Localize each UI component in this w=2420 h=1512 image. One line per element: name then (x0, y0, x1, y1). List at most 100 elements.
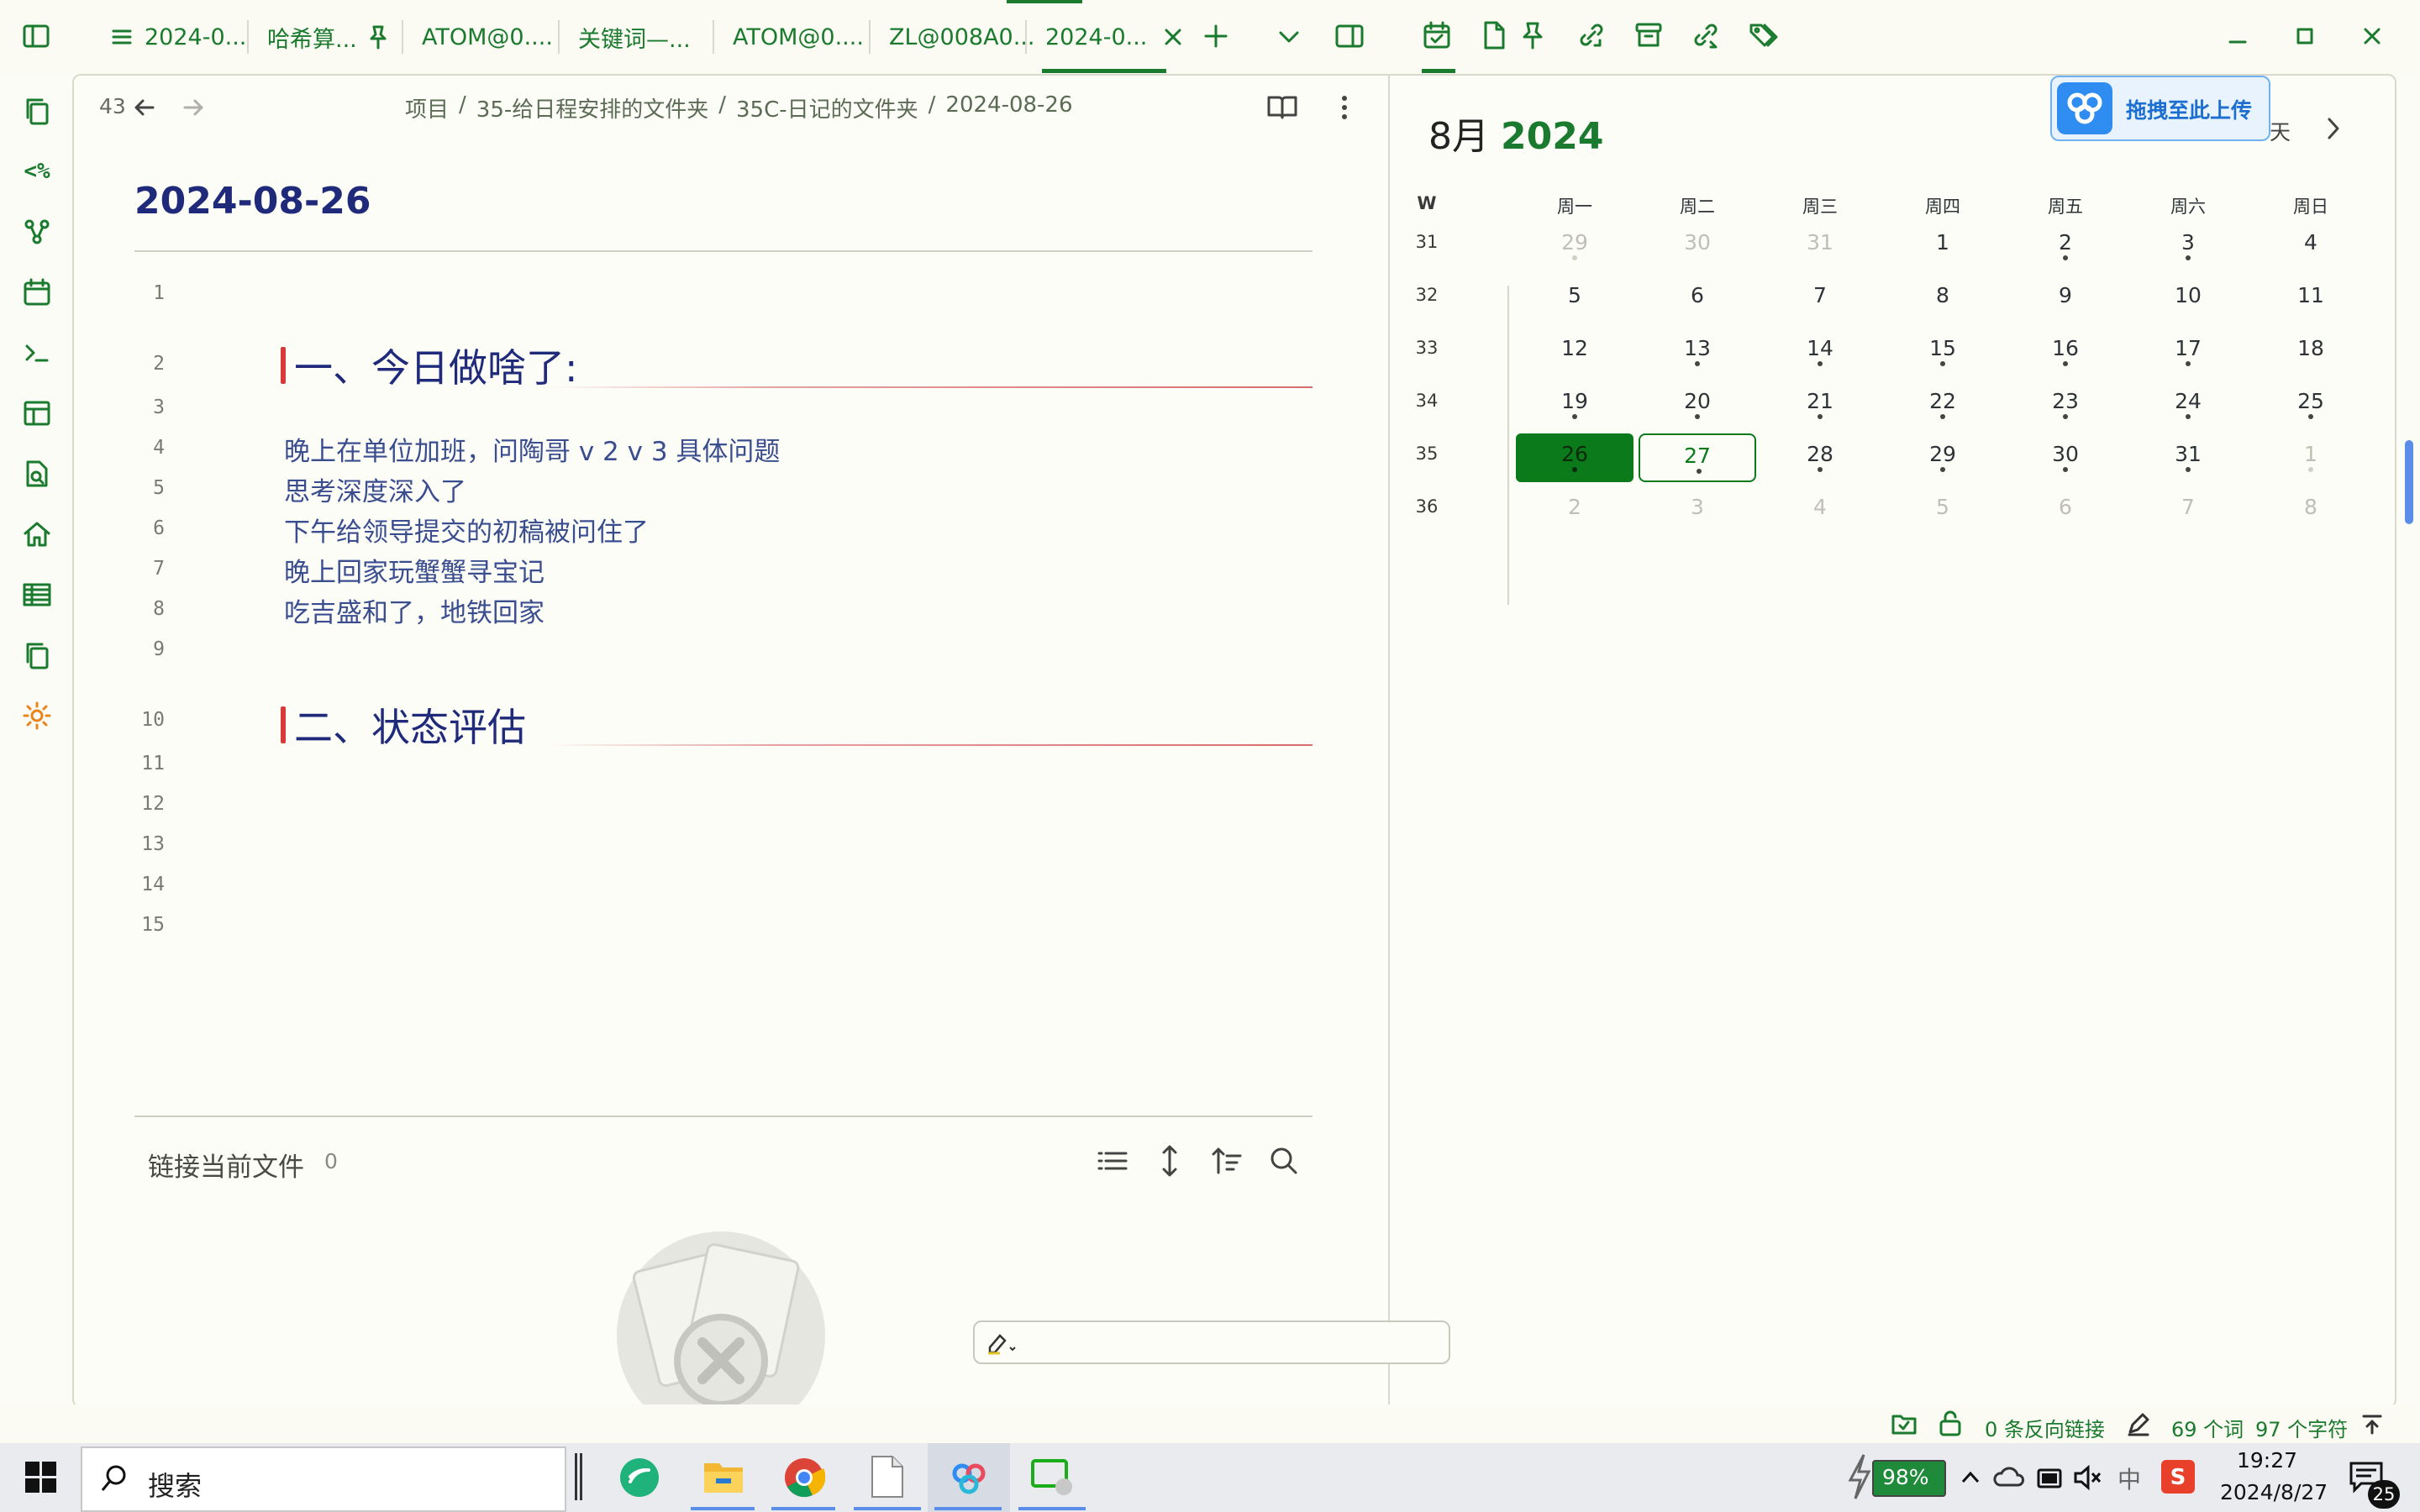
ime-indicator[interactable]: 中 (2118, 1462, 2141, 1495)
text-line[interactable]: 思考深度深入了 (284, 470, 466, 508)
week-number[interactable]: 33 (1402, 338, 1452, 358)
close-icon[interactable] (1162, 26, 1184, 48)
battery-tray-icon[interactable] (2033, 1463, 2065, 1492)
calendar-day[interactable]: 16 (2007, 328, 2124, 376)
scrollbar-thumb[interactable] (2405, 440, 2413, 524)
back-arrow-icon[interactable] (129, 92, 160, 123)
tags-icon[interactable] (1748, 20, 1780, 50)
calendar-check-icon[interactable] (1422, 20, 1452, 50)
calendar-day[interactable]: 28 (1761, 433, 1879, 482)
calendar-day[interactable]: 6 (1639, 275, 1756, 323)
copy-files-icon[interactable] (18, 92, 55, 129)
window-close-icon[interactable] (2360, 24, 2385, 49)
search-icon[interactable] (1267, 1144, 1301, 1178)
calendar-day[interactable]: 1 (2252, 433, 2370, 482)
calendar-day[interactable]: 12 (1516, 328, 1634, 376)
calendar-day[interactable]: 22 (1884, 381, 2002, 429)
breadcrumb-schedule-folder[interactable]: 35-给日程安排的文件夹 (476, 92, 708, 123)
text-line[interactable]: 下午给领导提交的初稿被问住了 (284, 511, 649, 549)
duplicate-icon[interactable] (18, 637, 55, 674)
link-out-icon[interactable] (1691, 20, 1721, 50)
calendar-day[interactable]: 8 (1884, 275, 2002, 323)
tab-hash-algorithm[interactable]: 哈希算... (267, 10, 389, 64)
heading-today[interactable]: 一、今日做啥了: (281, 338, 578, 393)
text-line[interactable]: 晚上回家玩蟹蟹寻宝记 (284, 551, 544, 589)
next-month-icon[interactable] (2321, 114, 2346, 143)
archive-icon[interactable] (1634, 20, 1664, 50)
templater-icon[interactable]: <% (18, 153, 55, 190)
theme-sun-icon[interactable] (18, 697, 55, 734)
calendar-day-today[interactable]: 27 (1639, 433, 1756, 482)
chrome-icon[interactable] (783, 1457, 825, 1499)
calendar-day[interactable]: 23 (2007, 381, 2124, 429)
edit-pen-icon[interactable] (2126, 1411, 2151, 1436)
tab-zl[interactable]: ZL@008A0... (889, 10, 1034, 64)
calendar-day[interactable]: 29 (1884, 433, 2002, 482)
calendar-day[interactable]: 5 (1516, 275, 1634, 323)
maximize-icon[interactable] (2292, 24, 2317, 49)
calendar-day[interactable]: 5 (1884, 486, 2002, 535)
calendar-day[interactable]: 7 (1761, 275, 1879, 323)
list-view-icon[interactable] (1096, 1144, 1129, 1178)
sort-icon[interactable] (1210, 1144, 1244, 1178)
calendar-day[interactable]: 19 (1516, 381, 1634, 429)
breadcrumb-diary-folder[interactable]: 35C-日记的文件夹 (736, 92, 918, 123)
calendar-day[interactable]: 18 (2252, 328, 2370, 376)
week-number[interactable]: 36 (1402, 496, 1452, 517)
calendar-day[interactable]: 25 (2252, 381, 2370, 429)
minimize-icon[interactable] (2225, 24, 2250, 49)
clock-time[interactable]: 19:27 (2237, 1448, 2297, 1473)
onedrive-icon[interactable] (1993, 1463, 2025, 1492)
layout-icon[interactable] (18, 395, 55, 432)
week-number[interactable]: 35 (1402, 444, 1452, 464)
volume-muted-icon[interactable] (2072, 1463, 2104, 1492)
calendar-day[interactable]: 17 (2129, 328, 2247, 376)
calendar-day[interactable]: 14 (1761, 328, 1879, 376)
tab-atom-1[interactable]: ATOM@0.... (422, 10, 553, 64)
calendar-day[interactable]: 30 (1639, 222, 1756, 270)
app-feishu-icon[interactable] (620, 1458, 659, 1497)
link-in-icon[interactable] (1576, 20, 1607, 50)
calendar-day[interactable]: 6 (2007, 486, 2124, 535)
terminal-icon[interactable] (18, 334, 55, 371)
baidu-netdisk-icon[interactable] (948, 1457, 990, 1499)
pin-icon[interactable] (1519, 20, 1546, 50)
calendar-day[interactable]: 7 (2129, 486, 2247, 535)
week-number[interactable]: 34 (1402, 391, 1452, 411)
floating-input[interactable] (973, 1320, 1450, 1364)
calendar-day[interactable]: 1 (1884, 222, 2002, 270)
calendar-day[interactable]: 29 (1516, 222, 1634, 270)
file-icon[interactable] (1481, 20, 1507, 50)
tab-keyword[interactable]: 关键词—... (578, 10, 691, 64)
folder-sync-icon[interactable] (1891, 1411, 1918, 1436)
windows-start-icon[interactable] (25, 1462, 57, 1494)
calendar-day[interactable]: 11 (2252, 275, 2370, 323)
right-sidebar-toggle-icon[interactable] (1334, 22, 1365, 50)
week-number[interactable]: 32 (1402, 285, 1452, 305)
taskbar-search-box[interactable]: 搜索 (81, 1446, 566, 1512)
calendar-day[interactable]: 13 (1639, 328, 1756, 376)
reading-view-icon[interactable] (1265, 91, 1299, 124)
tab-daily-note-active[interactable]: 2024-0... (1045, 10, 1184, 64)
home-icon[interactable] (18, 516, 55, 553)
upload-drop-zone[interactable]: 拖拽至此上传 (2050, 76, 2270, 141)
note-title[interactable]: 2024-08-26 (134, 180, 371, 223)
table-icon[interactable] (18, 576, 55, 613)
calendar-day[interactable]: 3 (2129, 222, 2247, 270)
file-search-icon[interactable] (18, 455, 55, 492)
text-line[interactable]: 晚上在单位加班，问陶哥 v 2 v 3 具体问题 (284, 430, 780, 468)
calendar-day[interactable]: 31 (1761, 222, 1879, 270)
forward-arrow-icon[interactable] (178, 92, 208, 123)
calendar-day[interactable]: 31 (2129, 433, 2247, 482)
breadcrumb-project[interactable]: 项目 (405, 92, 449, 123)
calendar-icon[interactable] (18, 274, 55, 311)
heading-status[interactable]: 二、状态评估 (281, 697, 526, 753)
highlighter-icon[interactable] (985, 1329, 1018, 1356)
calendar-day[interactable]: 20 (1639, 381, 1756, 429)
new-tab-icon[interactable] (1202, 22, 1230, 50)
calendar-month[interactable]: 8月 (1428, 115, 1489, 158)
clock-date[interactable]: 2024/8/27 (2220, 1480, 2328, 1504)
file-explorer-icon[interactable] (702, 1457, 744, 1495)
sogou-input-icon[interactable]: S (2161, 1460, 2195, 1494)
tab-atom-2[interactable]: ATOM@0.... (733, 10, 864, 64)
